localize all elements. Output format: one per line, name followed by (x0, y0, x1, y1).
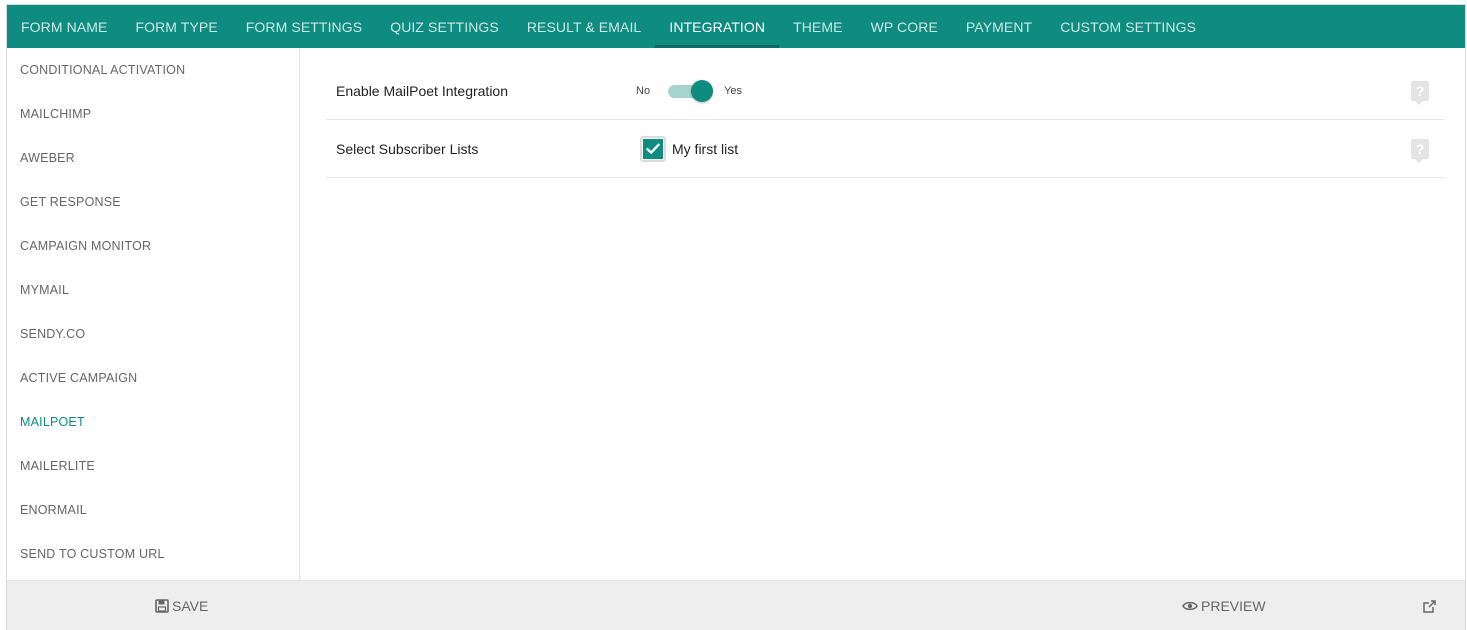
sidebar-item-active-campaign[interactable]: ACTIVE CAMPAIGN (7, 356, 299, 400)
preview-button-label: PREVIEW (1201, 598, 1266, 614)
toggle-off-label: No (636, 84, 651, 97)
external-link-icon (1423, 599, 1436, 613)
subscriber-list-option: My first list (636, 135, 739, 162)
tab-payment[interactable]: PAYMENT (952, 5, 1046, 48)
floppy-disk-icon (155, 599, 169, 613)
sidebar-item-aweber[interactable]: AWEBER (7, 136, 299, 180)
sidebar-item-get-response[interactable]: GET RESPONSE (7, 180, 299, 224)
tab-integration[interactable]: INTEGRATION (655, 5, 779, 48)
tab-form-settings[interactable]: FORM SETTINGS (232, 5, 376, 48)
sidebar-item-sendy[interactable]: SENDY.CO (7, 312, 299, 356)
sidebar-item-mailpoet[interactable]: MAILPOET (7, 400, 299, 444)
tab-theme[interactable]: THEME (779, 5, 857, 48)
sidebar-item-campaign-monitor[interactable]: CAMPAIGN MONITOR (7, 224, 299, 268)
toggle-on-label: Yes (724, 84, 743, 97)
settings-panel: Enable MailPoet Integration No Yes ? Sel… (301, 48, 1465, 580)
footer-bar: SAVE PREVIEW (7, 580, 1465, 630)
tab-custom-settings[interactable]: CUSTOM SETTINGS (1046, 5, 1210, 48)
enable-integration-toggle[interactable] (668, 79, 714, 102)
sidebar-item-conditional-activation[interactable]: CONDITIONAL ACTIVATION (7, 48, 299, 92)
eye-icon (1182, 601, 1198, 611)
sidebar-item-mailerlite[interactable]: MAILERLITE (7, 444, 299, 488)
preview-button[interactable]: PREVIEW (1182, 581, 1266, 630)
my-first-list-checkbox[interactable] (640, 135, 666, 162)
open-external-button[interactable] (1422, 581, 1440, 630)
tab-result-email[interactable]: RESULT & EMAIL (513, 5, 655, 48)
tab-quiz-settings[interactable]: QUIZ SETTINGS (376, 5, 513, 48)
subscriber-lists-label: Select Subscriber Lists (336, 140, 479, 157)
checkmark-icon (643, 138, 663, 159)
my-first-list-label: My first list (672, 140, 739, 157)
save-button-label: SAVE (172, 598, 209, 614)
setting-row-lists: Select Subscriber Lists My first list ? (326, 120, 1445, 178)
enable-integration-label: Enable MailPoet Integration (336, 82, 508, 99)
tab-form-name[interactable]: FORM NAME (7, 5, 121, 48)
sidebar-item-mailchimp[interactable]: MAILCHIMP (7, 92, 299, 136)
save-button[interactable]: SAVE (155, 581, 208, 630)
setting-row-enable: Enable MailPoet Integration No Yes ? (326, 62, 1445, 120)
help-icon[interactable]: ? (1411, 138, 1429, 163)
help-icon[interactable]: ? (1411, 80, 1429, 105)
form-builder-frame: FORM NAME FORM TYPE FORM SETTINGS QUIZ S… (6, 4, 1466, 630)
toggle-knob (691, 79, 714, 102)
tab-wp-core[interactable]: WP CORE (857, 5, 952, 48)
top-tab-bar: FORM NAME FORM TYPE FORM SETTINGS QUIZ S… (7, 5, 1465, 48)
enable-toggle-group: No Yes (636, 79, 743, 102)
sidebar-item-mymail[interactable]: MYMAIL (7, 268, 299, 312)
integration-sidebar: CONDITIONAL ACTIVATION MAILCHIMP AWEBER … (7, 48, 300, 580)
sidebar-item-enormail[interactable]: ENORMAIL (7, 488, 299, 532)
sidebar-item-send-to-custom-url[interactable]: SEND TO CUSTOM URL (7, 532, 299, 576)
tab-form-type[interactable]: FORM TYPE (121, 5, 231, 48)
